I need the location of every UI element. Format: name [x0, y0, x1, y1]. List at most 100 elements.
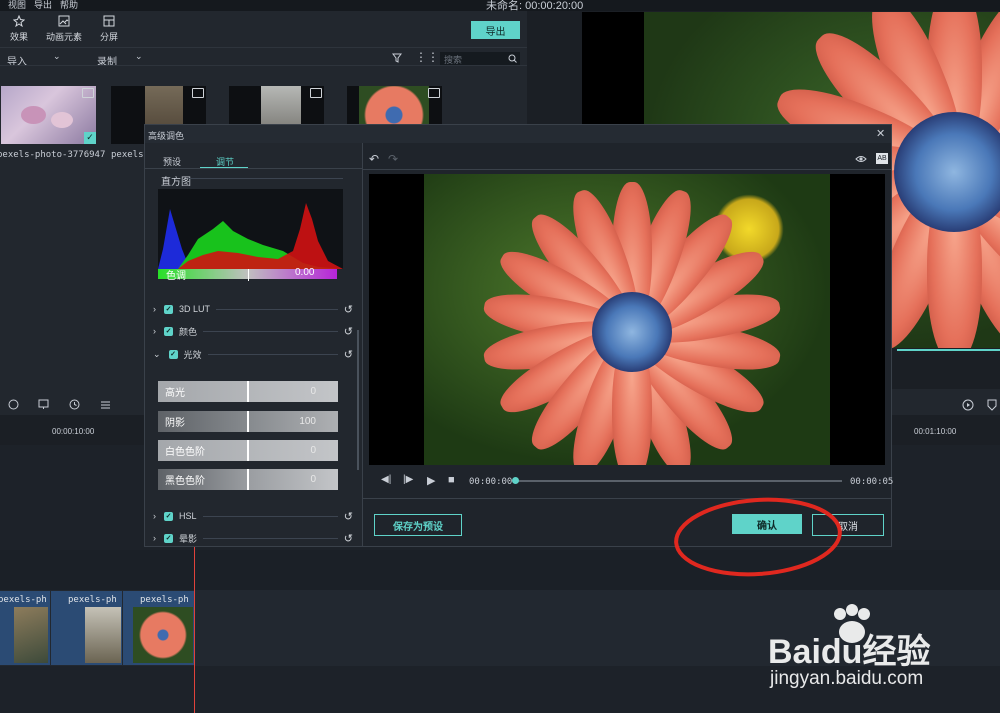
compare-icon[interactable]: AB	[876, 153, 888, 164]
image-icon	[428, 88, 440, 98]
reset-icon[interactable]: ↺	[344, 510, 353, 523]
watermark-url: jingyan.baidu.com	[770, 668, 924, 689]
tone-value: 0.00	[295, 267, 315, 278]
slider-value: 100	[299, 416, 316, 427]
chevron-right-icon: ›	[153, 304, 156, 314]
progress-handle[interactable]	[512, 477, 519, 484]
play-icon[interactable]: ▶	[427, 474, 435, 487]
progress-track[interactable]	[515, 480, 842, 482]
reset-icon[interactable]: ↺	[344, 325, 353, 338]
redo-icon[interactable]: ↷	[388, 152, 398, 166]
section-3d-lut[interactable]: › ✓ 3D LUT ↺	[153, 300, 353, 318]
effects-label: 效果	[10, 32, 29, 42]
mark-icon[interactable]	[38, 399, 49, 410]
section-color[interactable]: › ✓ 颜色 ↺	[153, 322, 353, 340]
checkbox-icon[interactable]: ✓	[164, 326, 173, 336]
undo-icon[interactable]: ↶	[369, 152, 379, 166]
settings-icon[interactable]	[100, 399, 111, 410]
media-thumb[interactable]: ✓	[1, 86, 96, 144]
section-label: 光效	[183, 349, 202, 360]
elements-button[interactable]: 动画元素	[46, 15, 82, 43]
eye-icon[interactable]	[855, 155, 867, 163]
section-vignette[interactable]: › ✓ 晕影 ↺	[153, 529, 353, 547]
annotation-circle	[674, 497, 842, 577]
shield-icon[interactable]	[987, 399, 997, 411]
slider-highlights[interactable]: 高光 0	[158, 381, 338, 402]
filter-icon[interactable]	[392, 53, 402, 63]
image-icon	[192, 88, 204, 98]
section-hsl[interactable]: › ✓ HSL ↺	[153, 507, 353, 525]
split-screen-label: 分屏	[100, 32, 119, 42]
play-circle-icon[interactable]	[962, 399, 974, 411]
menu-item-export[interactable]: 导出	[34, 0, 52, 11]
menu-item-view[interactable]: 视图	[8, 0, 26, 11]
section-label: 3D LUT	[179, 304, 211, 314]
menu-item-help[interactable]: 帮助	[60, 0, 78, 11]
timeline-clip[interactable]: pexels-ph	[123, 591, 194, 665]
total-time: 00:00:05	[850, 477, 894, 487]
check-icon: ✓	[84, 132, 96, 144]
clip-label: pexels-ph	[0, 595, 47, 605]
slider-label: 黑色色阶	[165, 476, 205, 487]
grid-view-icon[interactable]: ⋮⋮	[415, 50, 439, 64]
slider-value: 0	[310, 474, 316, 485]
elements-icon	[58, 15, 70, 27]
chevron-right-icon: ›	[153, 533, 156, 543]
slider-whites[interactable]: 白色色阶 0	[158, 440, 338, 461]
clock-icon[interactable]	[69, 399, 80, 410]
slider-handle[interactable]	[247, 440, 249, 461]
slider-value: 0	[310, 386, 316, 397]
step-forward-icon[interactable]: |▶	[403, 474, 413, 485]
checkbox-icon[interactable]: ✓	[164, 304, 173, 314]
section-light[interactable]: ⌄ ✓ 光效 ↺	[153, 345, 353, 363]
timeline-clip[interactable]: pexels-ph	[0, 591, 50, 665]
step-back-icon[interactable]: ◀|	[381, 474, 391, 485]
search-input[interactable]: 搜索	[440, 52, 520, 65]
save-preset-button[interactable]: 保存为预设	[374, 514, 462, 536]
export-button[interactable]: 导出	[471, 21, 520, 39]
watermark: Baidu经验 jingyan.baidu.com	[760, 604, 985, 702]
section-label: 颜色	[179, 326, 198, 337]
section-label: HSL	[179, 511, 197, 521]
timeline-clip[interactable]: pexels-ph	[51, 591, 122, 665]
playhead[interactable]	[194, 547, 195, 713]
reset-icon[interactable]: ↺	[344, 303, 353, 316]
checkbox-icon[interactable]: ✓	[164, 533, 173, 543]
close-icon[interactable]: ✕	[876, 127, 885, 140]
elements-label: 动画元素	[46, 32, 83, 42]
timeline-track	[0, 550, 1000, 590]
chevron-right-icon: ›	[153, 511, 156, 521]
effects-icon	[13, 15, 25, 27]
search-icon[interactable]	[508, 54, 517, 63]
checkbox-icon[interactable]: ✓	[168, 349, 178, 359]
split-screen-icon	[103, 15, 115, 27]
scrollbar[interactable]	[357, 330, 359, 470]
section-label: 晕影	[179, 533, 198, 544]
ruler-tick: 00:01:10:00	[914, 427, 957, 436]
current-time: 00:00:00	[469, 477, 513, 487]
clip-label: pexels-ph	[68, 595, 117, 605]
checkbox-icon[interactable]: ✓	[164, 511, 173, 521]
color-dialog: 高级调色 ✕ 预设 调节 直方图 色调 0.00 › ✓ 3D LUT ↺ › …	[144, 124, 894, 547]
ruler-tick: 00:00:10:00	[52, 427, 95, 436]
image-icon	[310, 88, 322, 98]
media-name: pexels-photo-3776947	[0, 150, 106, 160]
reset-icon[interactable]: ↺	[344, 532, 353, 545]
tone-label: 色调	[166, 271, 186, 282]
split-screen-button[interactable]: 分屏	[100, 15, 118, 43]
stop-icon[interactable]: ■	[448, 474, 455, 486]
menu-bar: 视图 导出 帮助 未命名: 00:00:20:00	[0, 0, 1000, 12]
slider-value: 0	[310, 445, 316, 456]
color-icon[interactable]	[8, 399, 19, 410]
reset-icon[interactable]: ↺	[344, 348, 353, 361]
slider-handle[interactable]	[247, 381, 249, 402]
slider-blacks[interactable]: 黑色色阶 0	[158, 469, 338, 490]
slider-handle[interactable]	[247, 469, 249, 490]
slider-handle[interactable]	[247, 411, 249, 432]
slider-shadows[interactable]: 阴影 100	[158, 411, 338, 432]
histogram-chart	[158, 189, 343, 269]
effects-button[interactable]: 效果	[10, 15, 28, 43]
tab-presets[interactable]: 预设	[163, 155, 181, 168]
chevron-down-icon: ⌄	[135, 51, 143, 61]
dialog-title: 高级调色	[148, 131, 185, 141]
